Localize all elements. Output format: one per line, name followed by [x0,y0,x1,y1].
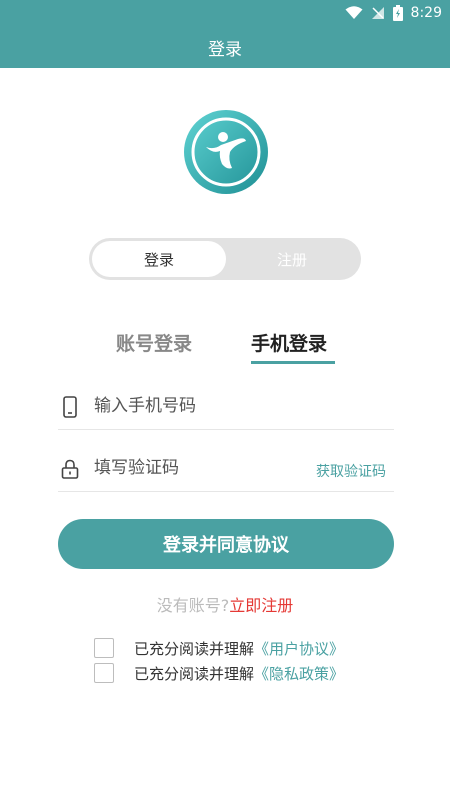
app-logo [184,110,268,194]
status-bar: 8:29 [345,2,442,24]
user-agreement-link[interactable]: 《用户协议》 [254,638,344,659]
privacy-policy-checkbox[interactable] [94,663,114,683]
tab-phone-login[interactable]: 手机登录 [251,329,327,356]
login-register-toggle: 登录 注册 [89,238,361,280]
login-agree-button[interactable]: 登录并同意协议 [58,519,394,569]
agreement-row-user: 已充分阅读并理解 《用户协议》 [94,637,344,659]
tab-active-indicator [251,361,335,364]
tab-account-login[interactable]: 账号登录 [116,329,192,356]
battery-icon [392,5,403,21]
register-now-link[interactable]: 立即注册 [229,596,293,615]
register-question: 没有账号? [156,596,230,615]
toggle-register[interactable]: 注册 [226,241,358,277]
phone-icon [60,396,80,418]
register-hint: 没有账号?立即注册 [0,592,450,616]
app-header: 8:29 登录 [0,0,450,68]
code-field: 获取验证码 [58,447,394,492]
user-agreement-checkbox[interactable] [94,638,114,658]
toggle-login[interactable]: 登录 [92,241,226,277]
agreement-text: 已充分阅读并理解 [134,639,255,658]
privacy-policy-link[interactable]: 《隐私政策》 [254,663,344,684]
phone-input[interactable] [94,391,294,421]
status-time: 8:29 [410,5,442,21]
agreement-row-privacy: 已充分阅读并理解 《隐私政策》 [94,662,344,684]
agreement-text: 已充分阅读并理解 [134,664,255,683]
verification-code-input[interactable] [94,453,294,483]
wifi-icon [345,6,363,20]
get-code-button[interactable]: 获取验证码 [316,461,386,481]
phone-field [58,385,394,430]
no-signal-icon [371,6,385,20]
lock-icon [60,458,80,480]
page-title: 登录 [208,40,242,60]
